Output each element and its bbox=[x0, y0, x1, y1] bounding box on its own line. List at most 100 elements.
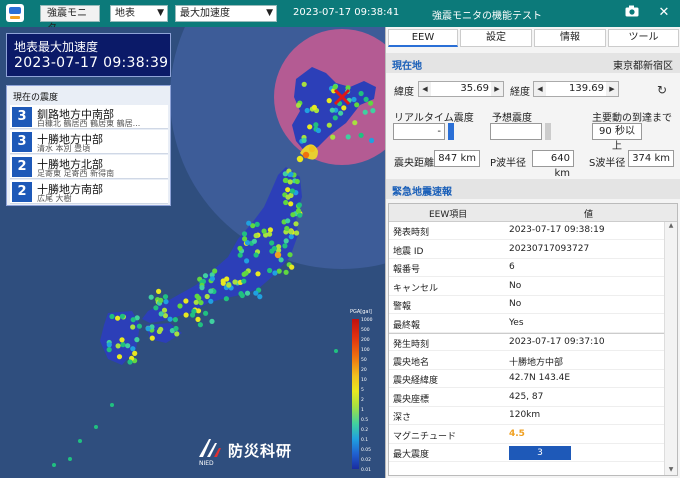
station-dot bbox=[162, 294, 169, 300]
station-dot bbox=[136, 323, 142, 329]
station-dot bbox=[257, 294, 263, 300]
intensity-map[interactable]: 地表最大加速度 2023-07-17 09:38:39 現在の震度 3 釧路地方… bbox=[0, 27, 385, 478]
list-item[interactable]: 3 釧路地方中南部 白糠北 鶴居西 鶴居東 鶴居... bbox=[10, 105, 168, 129]
scroll-up-icon[interactable]: ▲ bbox=[665, 222, 677, 232]
value-select-value: 最大加速度 bbox=[180, 8, 230, 19]
chevron-left-icon[interactable]: ◀ bbox=[419, 82, 431, 96]
station-dot bbox=[132, 350, 138, 356]
station-dot bbox=[289, 188, 295, 194]
chevron-left-icon[interactable]: ◀ bbox=[534, 82, 546, 96]
table-row[interactable]: 報番号 6 bbox=[389, 259, 664, 277]
station-dot bbox=[130, 346, 136, 352]
layer-select-value: 地表 bbox=[115, 8, 135, 19]
latitude-stepper[interactable]: ◀ 35.69 ▶ bbox=[418, 81, 504, 97]
station-dot bbox=[332, 84, 338, 90]
tab-settings[interactable]: 設定 bbox=[460, 29, 532, 47]
station-dot bbox=[282, 177, 288, 183]
station-dot bbox=[296, 155, 304, 163]
camera-icon[interactable] bbox=[624, 5, 640, 21]
table-row[interactable]: 発表時刻 2023-07-17 09:38:19 bbox=[389, 222, 664, 240]
longitude-stepper[interactable]: ◀ 139.69 ▶ bbox=[533, 81, 619, 97]
table-row[interactable]: 警報 No bbox=[389, 296, 664, 314]
legend-tick-label: 0.1 bbox=[361, 438, 369, 443]
eew-table: EEW項目 値 発表時刻 2023-07-17 09:38:19 地震 ID 2023… bbox=[388, 203, 678, 476]
station-dot bbox=[130, 324, 136, 330]
station-dot bbox=[267, 267, 273, 274]
station-dot bbox=[115, 343, 121, 349]
column-header-key[interactable]: EEW項目 bbox=[429, 207, 467, 220]
row-key: 発生時刻 bbox=[393, 340, 430, 350]
table-row[interactable]: 震央座標 425, 87 bbox=[389, 389, 664, 407]
station-dot bbox=[253, 252, 259, 258]
list-item[interactable]: 2 十勝地方南部 広尾 大樹 bbox=[10, 180, 168, 204]
table-row[interactable]: 深さ 120km bbox=[389, 407, 664, 425]
table-row[interactable]: 震央経緯度 42.7N 143.4E bbox=[389, 370, 664, 388]
row-key: 最終報 bbox=[393, 320, 421, 331]
arrival-label: 主要動の到達まで bbox=[592, 113, 672, 124]
station-dot bbox=[271, 245, 277, 252]
tab-eew[interactable]: EEW bbox=[388, 29, 458, 47]
row-key: 震央座標 bbox=[393, 394, 430, 405]
chevron-right-icon[interactable]: ▶ bbox=[491, 82, 503, 96]
value-select[interactable]: 最大加速度 ▼ bbox=[175, 5, 277, 22]
station-dot bbox=[255, 271, 261, 277]
tab-tools[interactable]: ツール bbox=[608, 29, 679, 47]
forecast-level-bar bbox=[545, 123, 551, 140]
forecast-intensity-value bbox=[490, 123, 542, 140]
station-dot bbox=[290, 212, 296, 218]
station-dot bbox=[288, 201, 294, 207]
location-place: 東京都新宿区 bbox=[613, 61, 673, 72]
station-dot bbox=[244, 290, 251, 296]
island-dot bbox=[68, 457, 72, 461]
legend-tick-label: 5 bbox=[361, 388, 364, 393]
s-wave-value: 374 km bbox=[628, 150, 674, 167]
chevron-right-icon[interactable]: ▶ bbox=[606, 82, 618, 96]
intensity-badge: 3 bbox=[12, 107, 32, 127]
station-dot bbox=[208, 298, 214, 304]
side-panel: EEW 設定 情報 ツール 現在地 東京都新宿区 緯度 ◀ 35.69 ▶ 経度… bbox=[385, 27, 680, 478]
legend-tick-label: 20 bbox=[361, 368, 367, 373]
list-item[interactable]: 2 十勝地方北部 足寄東 足寄西 新得南 bbox=[10, 155, 168, 179]
station-dot bbox=[241, 231, 248, 237]
table-row[interactable]: 地震 ID 20230717093727 bbox=[389, 241, 664, 259]
station-dot bbox=[195, 316, 201, 322]
station-dot bbox=[294, 178, 300, 185]
station-dot bbox=[246, 220, 252, 226]
table-row[interactable]: 最終報 Yes bbox=[389, 315, 664, 333]
station-dot bbox=[156, 288, 162, 294]
station-dot bbox=[326, 98, 332, 104]
table-row[interactable]: 発生時刻 2023-07-17 09:37:10 bbox=[389, 333, 664, 351]
station-dot bbox=[106, 342, 112, 348]
chevron-down-icon: ▼ bbox=[266, 8, 273, 18]
row-value: 425, 87 bbox=[509, 391, 544, 402]
station-dot bbox=[274, 251, 282, 259]
legend-tick-label: 0.05 bbox=[361, 448, 372, 453]
table-scrollbar[interactable]: ▲ ▼ bbox=[664, 222, 677, 475]
station-dot bbox=[358, 90, 364, 97]
table-row[interactable]: マグニチュード 4.5 bbox=[389, 426, 664, 444]
close-icon[interactable]: ✕ bbox=[656, 5, 672, 21]
mode-button[interactable]: 強震モニタ bbox=[40, 5, 100, 34]
station-dot bbox=[244, 258, 250, 264]
layer-select[interactable]: 地表 ▼ bbox=[110, 5, 168, 22]
table-row[interactable]: 最大震度 3 bbox=[389, 444, 664, 462]
station-dot bbox=[243, 270, 249, 276]
station-dot bbox=[172, 317, 178, 323]
station-dot bbox=[174, 331, 180, 337]
logo-sub: NIED bbox=[199, 460, 214, 467]
row-value: 42.7N 143.4E bbox=[509, 373, 571, 383]
column-header-value[interactable]: 値 bbox=[584, 207, 593, 220]
station-dot bbox=[287, 179, 293, 185]
table-row[interactable]: キャンセル No bbox=[389, 278, 664, 296]
row-key: マグニチュード bbox=[393, 431, 457, 442]
list-item[interactable]: 3 十勝地方中部 清水 本別 豊頃 bbox=[10, 130, 168, 154]
station-dot bbox=[125, 343, 131, 349]
table-row[interactable]: 震央地名 十勝地方中部 bbox=[389, 352, 664, 370]
station-dot bbox=[167, 316, 173, 322]
eew-section-label: 緊急地震速報 bbox=[392, 187, 452, 198]
refresh-icon[interactable]: ↻ bbox=[657, 83, 667, 97]
tab-info[interactable]: 情報 bbox=[534, 29, 606, 47]
station-dot bbox=[156, 328, 162, 335]
station-dot bbox=[115, 315, 121, 321]
scroll-down-icon[interactable]: ▼ bbox=[665, 466, 677, 475]
